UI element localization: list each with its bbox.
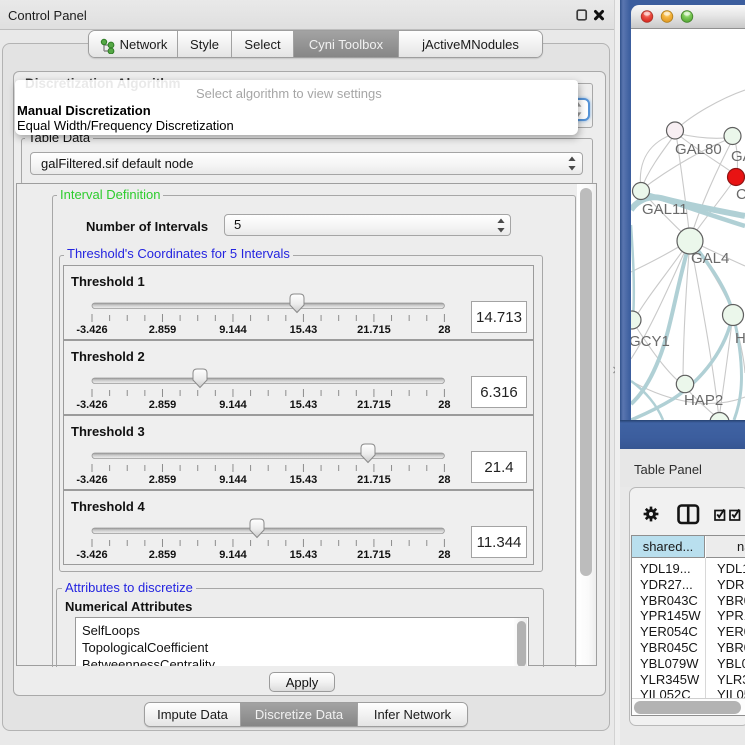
svg-text:28: 28: [438, 549, 450, 561]
svg-text:2.859: 2.859: [149, 324, 177, 336]
svg-text:9.144: 9.144: [219, 399, 247, 411]
svg-text:9.144: 9.144: [219, 324, 247, 336]
svg-text:H: H: [735, 330, 745, 347]
svg-text:28: 28: [438, 399, 450, 411]
svg-text:15.43: 15.43: [290, 549, 318, 561]
svg-text:28: 28: [438, 474, 450, 486]
svg-text:28: 28: [438, 324, 450, 336]
svg-text:15.43: 15.43: [290, 474, 318, 486]
svg-text:21.715: 21.715: [357, 399, 391, 411]
svg-text:C: C: [736, 186, 745, 203]
svg-text:15.43: 15.43: [290, 399, 318, 411]
svg-text:21.715: 21.715: [357, 549, 391, 561]
svg-text:-3.426: -3.426: [76, 324, 107, 336]
svg-text:GAL80: GAL80: [675, 141, 722, 158]
svg-text:GAL4: GAL4: [691, 250, 729, 267]
svg-text:2.859: 2.859: [149, 549, 177, 561]
svg-text:9.144: 9.144: [219, 549, 247, 561]
svg-text:GCY1: GCY1: [631, 333, 670, 350]
svg-text:-3.426: -3.426: [76, 549, 107, 561]
svg-text:15.43: 15.43: [290, 324, 318, 336]
svg-text:-3.426: -3.426: [76, 399, 107, 411]
svg-text:GA: GA: [731, 148, 745, 165]
svg-text:2.859: 2.859: [149, 474, 177, 486]
svg-text:21.715: 21.715: [357, 474, 391, 486]
svg-text:2.859: 2.859: [149, 399, 177, 411]
svg-text:-3.426: -3.426: [76, 474, 107, 486]
svg-text:9.144: 9.144: [219, 474, 247, 486]
svg-text:HAP2: HAP2: [684, 392, 723, 409]
svg-text:GAL11: GAL11: [642, 201, 688, 218]
svg-text:21.715: 21.715: [357, 324, 391, 336]
